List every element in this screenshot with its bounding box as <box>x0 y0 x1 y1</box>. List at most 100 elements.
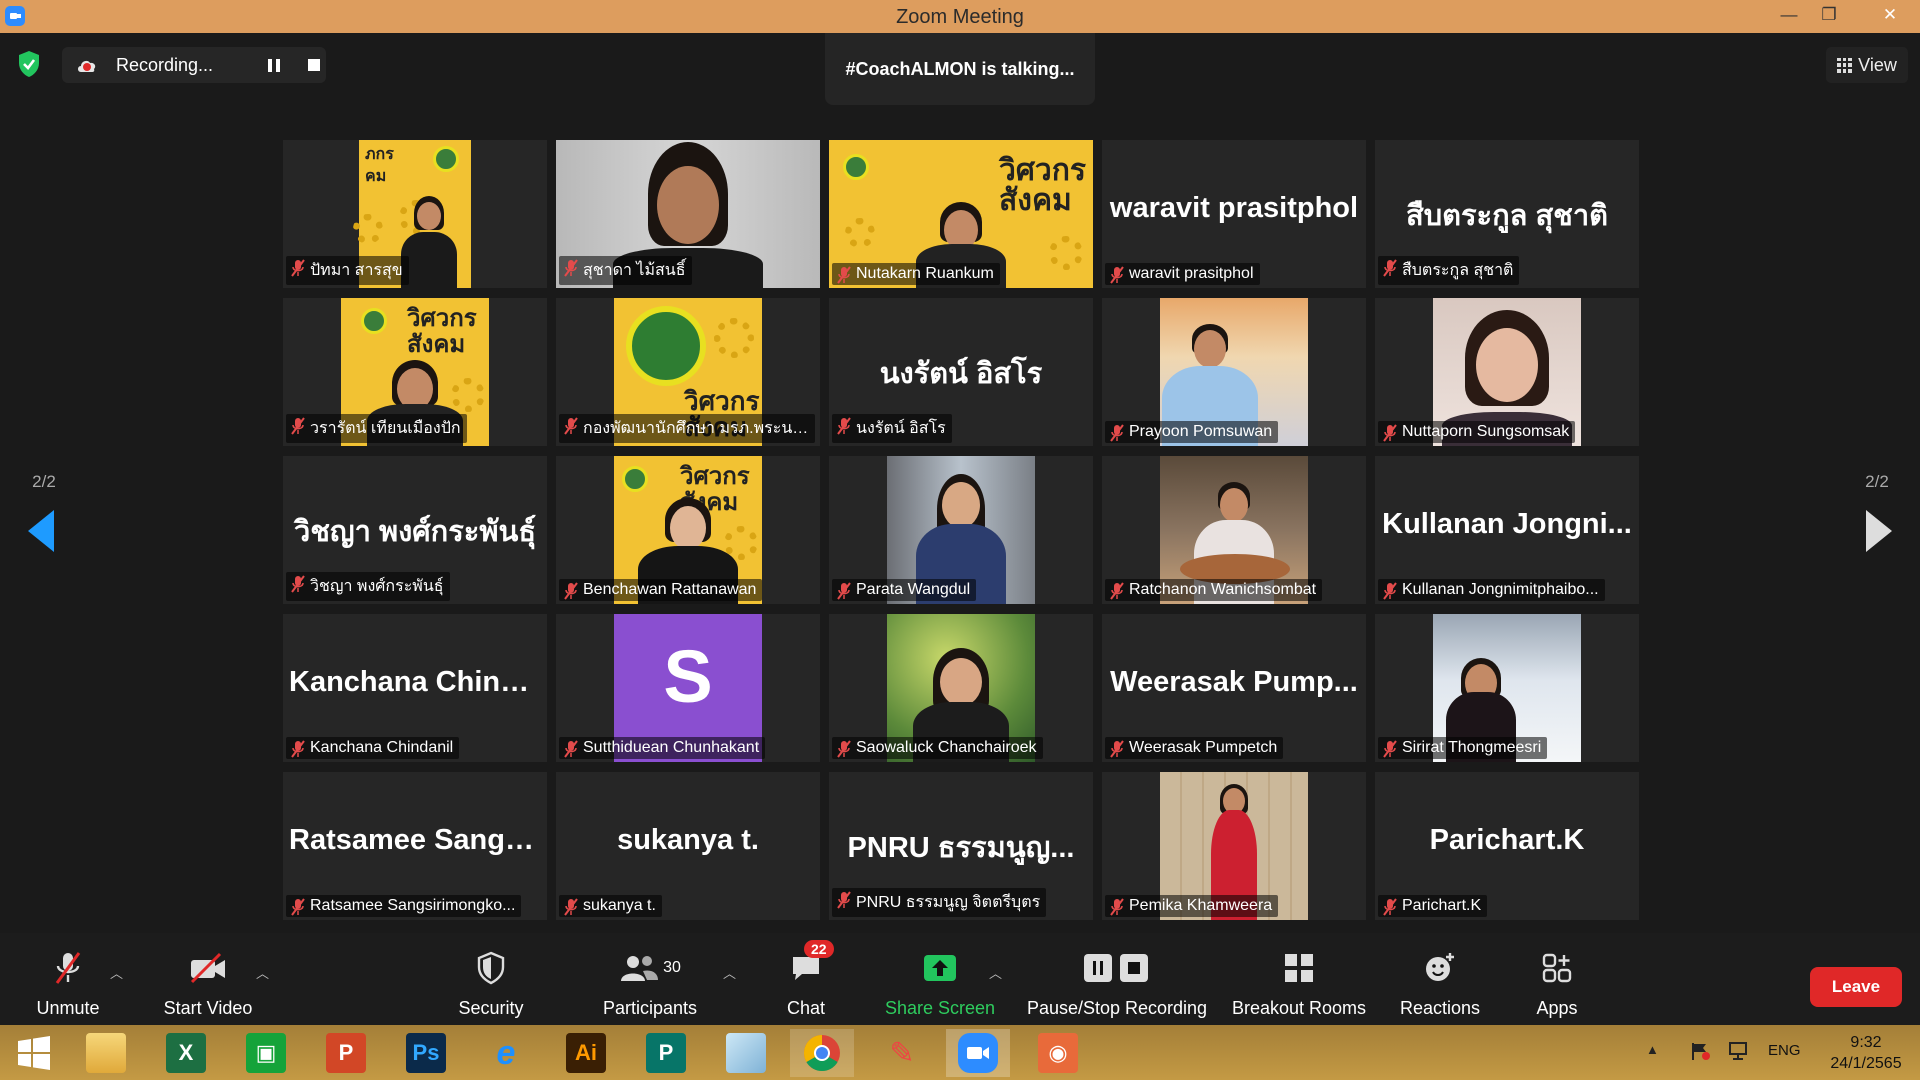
internet-explorer-icon: e <box>496 1033 516 1072</box>
previous-page-arrow-icon[interactable] <box>28 510 54 552</box>
taskbar-notepad[interactable] <box>714 1029 778 1077</box>
video-tile[interactable]: Parata Wangdul <box>829 456 1093 604</box>
reactions-button[interactable]: Reactions <box>1390 933 1490 1025</box>
muted-microphone-icon <box>48 948 88 988</box>
muted-mic-icon <box>1383 259 1397 277</box>
participant-name: Kanchana Chindanil <box>286 737 460 759</box>
leave-meeting-button[interactable]: Leave <box>1810 967 1902 1007</box>
close-window-button[interactable]: ✕ <box>1860 0 1920 30</box>
participants-button[interactable]: 30 Participants <box>594 933 706 1025</box>
taskbar-powerpoint[interactable]: P <box>314 1029 378 1077</box>
cloud-recording-icon <box>78 60 96 72</box>
participant-display-name: Kullanan Jongni... <box>1382 508 1632 540</box>
windows-taskbar: X ▣ P Ps e Ai P ✎ ◉ ▲ ENG 9:32 24/1/2565 <box>0 1025 1920 1080</box>
video-tile[interactable]: วิศวกรสังคม กองพัฒนานักศึกษา มรภ.พระนคร <box>556 298 820 446</box>
taskbar-paint[interactable]: ✎ <box>870 1029 934 1077</box>
unmute-button[interactable]: Unmute <box>22 933 114 1025</box>
video-tile[interactable]: S Sutthiduean Chunhakant <box>556 614 820 762</box>
gallery-grid: ภกร คม ปัทมา สารสุข สุชาดา ไม้สนธิ์ วิศวก… <box>283 140 1639 920</box>
video-tile[interactable]: Ratchanon Wanichsombat <box>1102 456 1366 604</box>
taskbar-zoom[interactable] <box>946 1029 1010 1077</box>
video-tile[interactable]: Kanchana Chind... Kanchana Chindanil <box>283 614 547 762</box>
participant-name: PNRU ธรรมนูญ จิตตรีบุตร <box>832 888 1047 917</box>
video-tile[interactable]: sukanya t. sukanya t. <box>556 772 820 920</box>
taskbar-store[interactable]: ▣ <box>234 1029 298 1077</box>
network-icon[interactable] <box>1728 1041 1750 1061</box>
video-tile[interactable]: นงรัตน์ อิสโร นงรัตน์ อิสโร <box>829 298 1093 446</box>
video-tile[interactable]: สุชาดา ไม้สนธิ์ <box>556 140 820 288</box>
zoom-icon <box>958 1033 998 1073</box>
video-tile[interactable]: Ratsamee Sangs... Ratsamee Sangsirimongk… <box>283 772 547 920</box>
video-tile[interactable]: Nuttaporn Sungsomsak <box>1375 298 1639 446</box>
participant-name: Nutakarn Ruankum <box>832 263 1000 285</box>
muted-mic-icon <box>564 417 578 435</box>
participant-display-name: waravit prasitphol <box>1109 192 1359 224</box>
participants-options-caret-icon[interactable]: ︿ <box>723 963 736 982</box>
participant-display-name: PNRU ธรรมนูญ... <box>847 832 1075 864</box>
taskbar-photoshop[interactable]: Ps <box>394 1029 458 1077</box>
muted-mic-icon <box>291 259 305 277</box>
participant-name: Parichart.K <box>1378 895 1488 917</box>
video-tile[interactable]: Saowaluck Chanchairoek <box>829 614 1093 762</box>
video-tile[interactable]: Pemika Khamweera <box>1102 772 1366 920</box>
participant-name: สืบตระกูล สุชาติ <box>1378 256 1520 285</box>
breakout-rooms-button[interactable]: Breakout Rooms <box>1228 933 1370 1025</box>
video-tile[interactable]: Prayoon Pomsuwan <box>1102 298 1366 446</box>
chat-bubble-icon: 22 <box>786 940 834 988</box>
security-button[interactable]: Security <box>448 933 534 1025</box>
window-titlebar: Zoom Meeting — ❐ ✕ <box>0 0 1920 33</box>
taskbar-internet-explorer[interactable]: e <box>474 1029 538 1077</box>
video-tile[interactable]: ภกร คม ปัทมา สารสุข <box>283 140 547 288</box>
share-screen-label: Share Screen <box>884 998 996 1018</box>
pause-recording-button[interactable] <box>258 49 290 81</box>
show-hidden-icons-caret-icon[interactable]: ▲ <box>1646 1042 1659 1057</box>
security-shield-icon[interactable] <box>17 50 41 78</box>
chrome-icon <box>803 1035 840 1072</box>
chat-button[interactable]: 22 Chat <box>776 933 836 1025</box>
taskbar-camera[interactable]: ◉ <box>1026 1029 1090 1077</box>
windows-logo-icon <box>18 1036 50 1070</box>
security-label: Security <box>458 998 524 1018</box>
video-tile[interactable]: วิศวกร สังคม Benchawan Rattanawan <box>556 456 820 604</box>
audio-options-caret-icon[interactable]: ︿ <box>110 963 123 982</box>
video-tile[interactable]: PNRU ธรรมนูญ... PNRU ธรรมนูญ จิตตรีบุตร <box>829 772 1093 920</box>
view-label: View <box>1858 54 1897 75</box>
muted-mic-icon <box>291 575 305 593</box>
page-indicator-right: 2/2 <box>1865 472 1889 491</box>
share-options-caret-icon[interactable]: ︿ <box>989 963 1002 982</box>
stop-recording-button[interactable] <box>298 49 330 81</box>
apps-button[interactable]: Apps <box>1522 933 1592 1025</box>
muted-mic-icon <box>291 417 305 435</box>
input-language-indicator[interactable]: ENG <box>1768 1042 1801 1059</box>
view-button[interactable]: View <box>1826 47 1908 83</box>
next-page-arrow-icon[interactable] <box>1866 510 1892 552</box>
video-tile[interactable]: วิศวกร สังคม วรารัตน์ เทียนเมืองปัก <box>283 298 547 446</box>
maximize-button[interactable]: ❐ <box>1806 0 1852 30</box>
video-tile[interactable]: Parichart.K Parichart.K <box>1375 772 1639 920</box>
share-screen-button[interactable]: Share Screen <box>880 933 1000 1025</box>
start-video-button[interactable]: Start Video <box>158 933 258 1025</box>
video-tile[interactable]: Weerasak Pump... Weerasak Pumpetch <box>1102 614 1366 762</box>
taskbar-excel[interactable]: X <box>154 1029 218 1077</box>
participant-name: ปัทมา สารสุข <box>286 256 409 285</box>
taskbar-chrome[interactable] <box>790 1029 854 1077</box>
video-tile[interactable]: Sirirat Thongmeesri <box>1375 614 1639 762</box>
video-options-caret-icon[interactable]: ︿ <box>256 963 269 982</box>
video-tile[interactable]: วิศวกร สังคม Nutakarn Ruankum <box>829 140 1093 288</box>
taskbar-illustrator[interactable]: Ai <box>554 1029 618 1077</box>
video-tile[interactable]: วิชญา พงศ์กระพันธุ์ วิชญา พงศ์กระพันธุ์ <box>283 456 547 604</box>
folder-icon <box>86 1033 126 1073</box>
action-center-flag-icon[interactable] <box>1690 1041 1712 1061</box>
breakout-rooms-icon <box>1279 948 1319 988</box>
taskbar-file-explorer[interactable] <box>74 1029 138 1077</box>
video-tile[interactable]: Kullanan Jongni... Kullanan Jongnimitpha… <box>1375 456 1639 604</box>
video-tile[interactable]: สืบตระกูล สุชาติ สืบตระกูล สุชาติ <box>1375 140 1639 288</box>
security-shield-icon <box>471 948 511 988</box>
video-tile[interactable]: waravit prasitphol waravit prasitphol <box>1102 140 1366 288</box>
pause-stop-recording-button[interactable]: Pause/Stop Recording <box>1022 933 1212 1025</box>
taskbar-publisher[interactable]: P <box>634 1029 698 1077</box>
apps-icon <box>1537 948 1577 988</box>
participant-display-name: นงรัตน์ อิสโร <box>879 358 1043 390</box>
taskbar-clock[interactable]: 9:32 24/1/2565 <box>1818 1032 1914 1074</box>
start-button[interactable] <box>2 1029 66 1077</box>
